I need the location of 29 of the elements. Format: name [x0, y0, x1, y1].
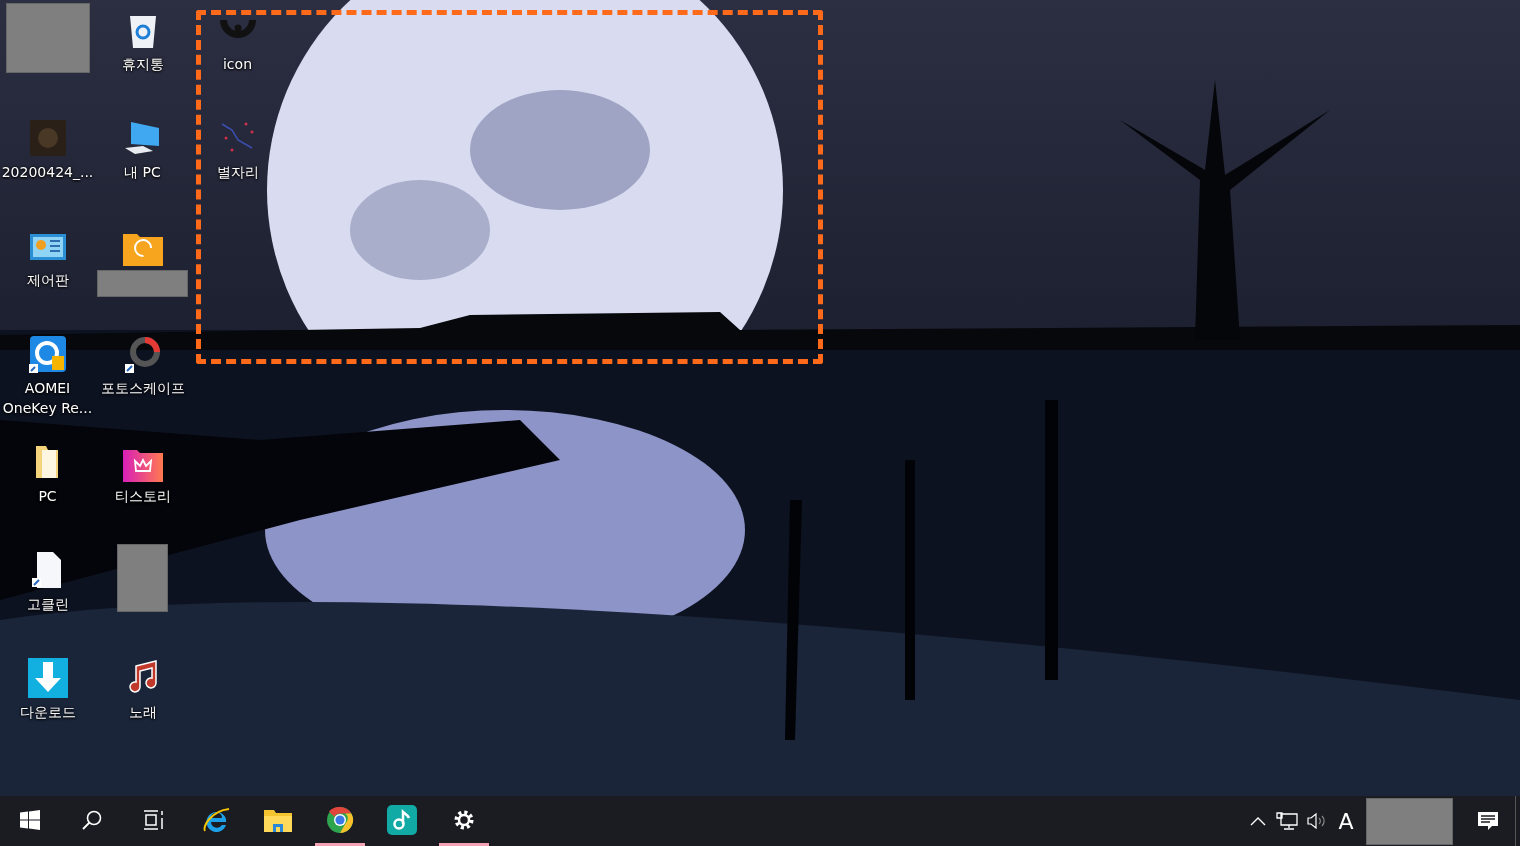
desktop-icon-label[interactable]: 별자리 [190, 162, 285, 182]
ring-app-icon [122, 334, 163, 374]
folder-icon [264, 807, 292, 832]
desktop-icon-label[interactable]: 포토스케이프 [95, 378, 190, 398]
notification-icon [1477, 811, 1499, 831]
desktop-icon-label[interactable]: icon [190, 54, 285, 74]
redacted-block [117, 544, 168, 612]
desktop-icon-label[interactable]: 내 PC [95, 162, 190, 182]
desktop-icon-label[interactable]: 20200424_... [0, 162, 95, 182]
input-method-indicator[interactable]: A [1332, 796, 1360, 846]
desktop-icon-label[interactable]: AOMEI OneKey Re... [0, 378, 95, 418]
music-note-app-icon [387, 804, 417, 835]
backup-app-icon [27, 334, 68, 374]
windows-logo-icon [20, 809, 40, 830]
desktop-icon-label[interactable]: 제어판 [0, 270, 95, 290]
network-monitor-icon [1276, 812, 1298, 830]
desktop-icon-label[interactable]: 노래 [95, 702, 190, 722]
desktop-icon-label[interactable]: 휴지통 [95, 54, 190, 74]
desktop-icon-label[interactable]: 고클린 [0, 594, 95, 614]
speaker-icon [1306, 812, 1328, 830]
task-view-icon [143, 809, 165, 830]
desktop-icon-label[interactable]: 다운로드 [0, 702, 95, 722]
download-icon [27, 658, 68, 698]
desktop-icon-label[interactable]: PC [0, 486, 95, 506]
chevron-up-icon [1250, 816, 1266, 826]
desktop-icon-label[interactable]: 티스토리 [95, 486, 190, 506]
photo-thumbnail-icon [27, 118, 68, 158]
chrome-icon [326, 805, 354, 834]
search-icon [81, 808, 103, 831]
